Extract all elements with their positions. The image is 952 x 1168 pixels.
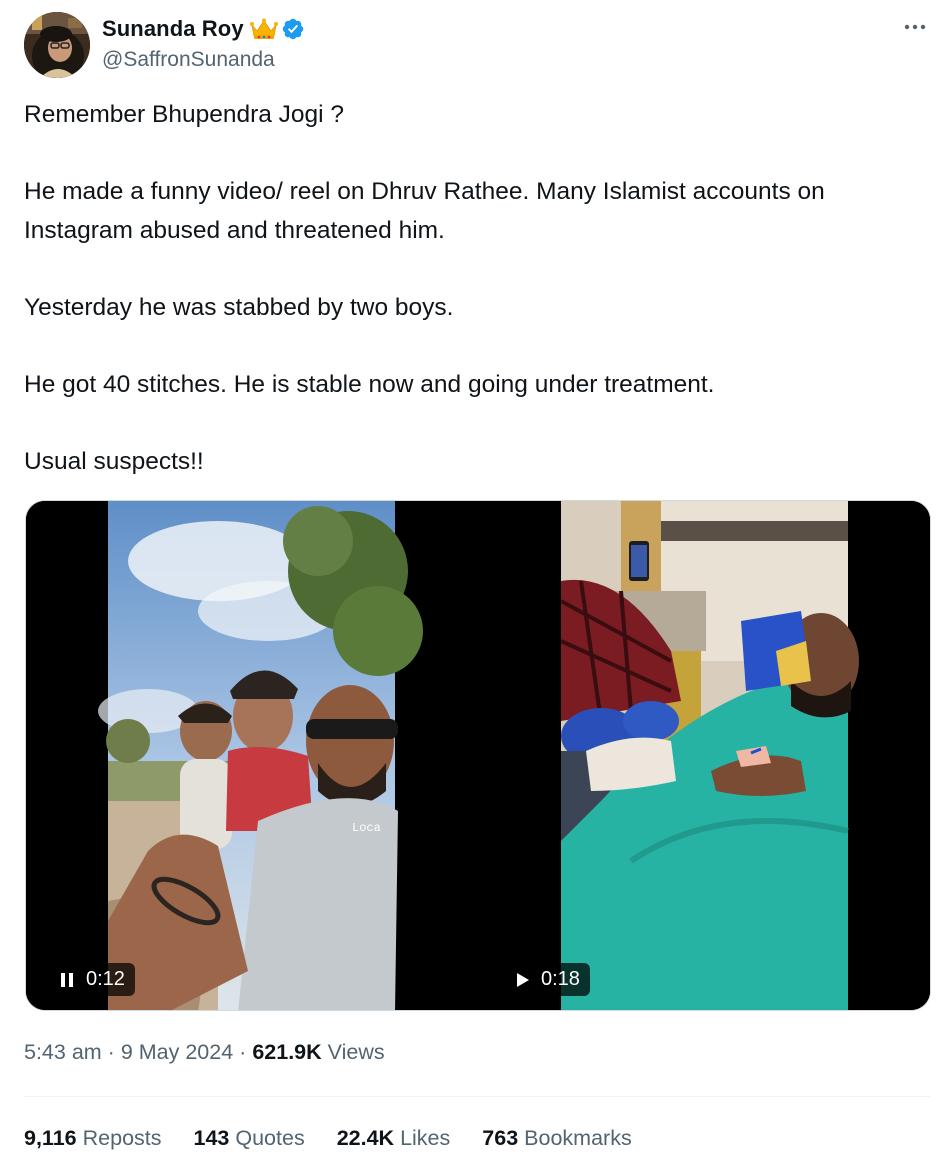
tweet-date[interactable]: 9 May 2024	[121, 1040, 233, 1064]
display-name[interactable]: Sunanda Roy	[102, 16, 244, 42]
video-2-duration: 0:18	[541, 968, 580, 990]
tweet-paragraph: Usual suspects!!	[24, 447, 204, 475]
video-2-duration-badge: 0:18	[503, 963, 590, 996]
divider	[24, 1096, 930, 1097]
avatar[interactable]	[24, 12, 90, 78]
views-count: 621.9K	[252, 1040, 322, 1064]
author-handle[interactable]: @SaffronSunanda	[102, 48, 305, 72]
shirt-text: Loca	[352, 821, 381, 835]
tweet-paragraph: Yesterday he was stabbed by two boys.	[24, 293, 454, 321]
stat-bookmarks[interactable]: 763 Bookmarks	[482, 1126, 631, 1151]
video-player-1[interactable]: Loca 0:12	[26, 501, 477, 1010]
tweet-paragraph: He made a funny video/ reel on Dhruv Rat…	[24, 178, 825, 244]
pause-icon[interactable]	[58, 971, 76, 989]
video-2-frame	[481, 501, 930, 1010]
display-name-row: Sunanda Roy	[102, 14, 305, 44]
views-label: Views	[327, 1040, 385, 1064]
tweet-meta: 5:43 am · 9 May 2024 · 621.9K Views	[24, 1040, 385, 1065]
tweet-text: Remember Bhupendra Jogi ? He made a funn…	[24, 96, 924, 481]
tweet-header: Sunanda Roy @SaffronSunanda	[24, 10, 934, 80]
stat-quotes[interactable]: 143 Quotes	[194, 1126, 305, 1151]
reposts-count: 9,116	[24, 1126, 77, 1150]
meta-separator: ·	[239, 1040, 247, 1064]
video-player-2[interactable]: 0:18	[481, 501, 930, 1010]
author-names: Sunanda Roy @SaffronSunanda	[102, 14, 305, 72]
verified-badge-icon[interactable]	[281, 17, 305, 41]
bookmarks-label: Bookmarks	[524, 1126, 632, 1150]
play-icon[interactable]	[513, 971, 531, 989]
engagement-stats: 9,116 Reposts 143 Quotes 22.4K Likes 763 Boo…	[24, 1126, 664, 1151]
crown-emoji-icon	[249, 18, 278, 40]
more-options-icon[interactable]	[900, 12, 930, 42]
tweet-paragraph: Remember Bhupendra Jogi ?	[24, 101, 345, 128]
quotes-count: 143	[193, 1126, 230, 1150]
bookmarks-count: 763	[482, 1126, 519, 1150]
video-1-duration: 0:12	[86, 968, 125, 990]
tweet-paragraph: He got 40 stitches. He is stable now and…	[24, 370, 715, 398]
stat-likes[interactable]: 22.4K Likes	[337, 1126, 451, 1151]
media-grid: Loca 0:12 0:18	[25, 500, 931, 1011]
tweet-time[interactable]: 5:43 am	[24, 1040, 102, 1064]
quotes-label: Quotes	[235, 1126, 305, 1150]
likes-count: 22.4K	[336, 1126, 395, 1150]
meta-separator: ·	[107, 1040, 115, 1064]
likes-label: Likes	[400, 1126, 451, 1150]
video-1-frame: Loca	[26, 501, 477, 1010]
video-1-duration-badge: 0:12	[48, 963, 135, 996]
reposts-label: Reposts	[82, 1126, 162, 1150]
stat-reposts[interactable]: 9,116 Reposts	[24, 1126, 162, 1151]
